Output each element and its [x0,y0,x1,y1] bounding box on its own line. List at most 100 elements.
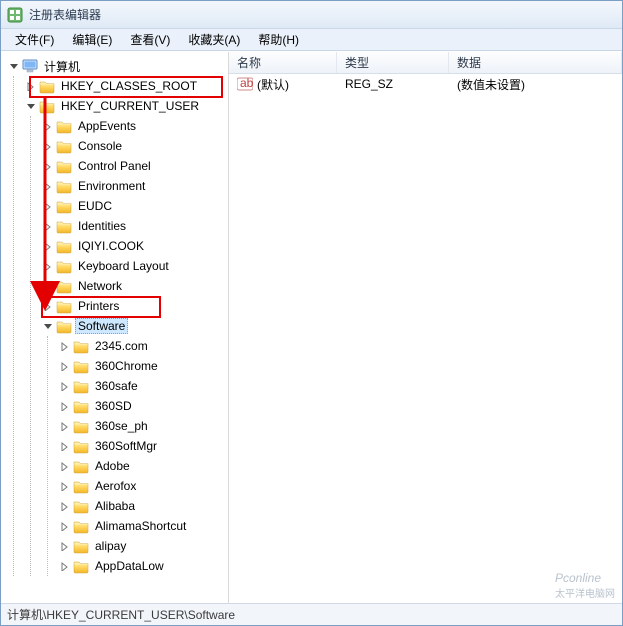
collapse-icon[interactable] [41,320,53,332]
tree-hkcu-label: HKEY_CURRENT_USER [58,98,202,114]
col-type[interactable]: 类型 [337,52,449,73]
expand-icon[interactable] [41,120,53,132]
tree-item-label: alipay [92,538,129,554]
tree-item-label: Control Panel [75,158,154,174]
expand-icon[interactable] [58,360,70,372]
tree-item-label: Software [75,318,128,334]
tree-item-label: Network [75,278,125,294]
expand-icon[interactable] [41,280,53,292]
tree-item-appdatalow[interactable]: AppDataLow [50,556,228,576]
collapse-icon[interactable] [7,60,19,72]
tree-item-control-panel[interactable]: Control Panel [33,156,228,176]
expand-icon[interactable] [41,260,53,272]
client-area: 计算机 HKEY_CLASSES_ROOT HKEY_CURRENT_USER [1,51,622,603]
value-row[interactable]: (默认) REG_SZ (数值未设置) [229,74,622,94]
tree-item-label: Printers [75,298,122,314]
expand-icon[interactable] [41,240,53,252]
expand-icon[interactable] [41,160,53,172]
tree-item-label: AlimamaShortcut [92,518,189,534]
titlebar[interactable]: 注册表编辑器 [1,1,622,29]
tree-item-alipay[interactable]: alipay [50,536,228,556]
value-data: (数值未设置) [449,76,622,93]
expand-icon[interactable] [58,440,70,452]
folder-icon [73,538,89,554]
regedit-icon [7,7,23,23]
window: 注册表编辑器 文件(F) 编辑(E) 查看(V) 收藏夹(A) 帮助(H) 计算… [0,0,623,626]
tree-item-alibaba[interactable]: Alibaba [50,496,228,516]
menu-view[interactable]: 查看(V) [122,29,178,50]
expand-icon[interactable] [41,140,53,152]
tree-item-label: 360SoftMgr [92,438,160,454]
folder-icon [73,458,89,474]
folder-icon [56,138,72,154]
expand-icon[interactable] [41,220,53,232]
tree-item-aerofox[interactable]: Aerofox [50,476,228,496]
folder-icon [73,498,89,514]
tree-item-label: EUDC [75,198,115,214]
tree-item-360softmgr[interactable]: 360SoftMgr [50,436,228,456]
expand-icon[interactable] [58,380,70,392]
folder-icon [39,98,55,114]
expand-icon[interactable] [41,180,53,192]
tree-hkcu[interactable]: HKEY_CURRENT_USER [16,96,228,116]
tree-item-keyboard-layout[interactable]: Keyboard Layout [33,256,228,276]
tree-item-360se-ph[interactable]: 360se_ph [50,416,228,436]
folder-icon [56,258,72,274]
menu-help[interactable]: 帮助(H) [250,29,307,50]
tree-item-360safe[interactable]: 360safe [50,376,228,396]
tree-item-environment[interactable]: Environment [33,176,228,196]
folder-icon [56,238,72,254]
expand-icon[interactable] [58,560,70,572]
tree-item-console[interactable]: Console [33,136,228,156]
expand-icon[interactable] [58,480,70,492]
expand-icon[interactable] [41,200,53,212]
folder-icon [56,158,72,174]
expand-icon[interactable] [24,80,36,92]
tree-item-adobe[interactable]: Adobe [50,456,228,476]
expand-icon[interactable] [58,400,70,412]
tree-item-appevents[interactable]: AppEvents [33,116,228,136]
tree-item-eudc[interactable]: EUDC [33,196,228,216]
tree-hkcr[interactable]: HKEY_CLASSES_ROOT [16,76,228,96]
tree-item-360chrome[interactable]: 360Chrome [50,356,228,376]
window-title: 注册表编辑器 [29,6,101,23]
tree-item-printers[interactable]: Printers [33,296,228,316]
collapse-icon[interactable] [24,100,36,112]
folder-icon [73,438,89,454]
expand-icon[interactable] [41,300,53,312]
col-name[interactable]: 名称 [229,52,337,73]
col-data[interactable]: 数据 [449,52,622,73]
folder-icon [73,518,89,534]
folder-icon [73,378,89,394]
tree-item-iqiyi-cook[interactable]: IQIYI.COOK [33,236,228,256]
list-header: 名称 类型 数据 [229,52,622,74]
menu-fav[interactable]: 收藏夹(A) [180,29,248,50]
tree-item-label: Keyboard Layout [75,258,172,274]
tree-item-360sd[interactable]: 360SD [50,396,228,416]
folder-icon [56,318,72,334]
menu-file[interactable]: 文件(F) [7,29,62,50]
folder-icon [56,278,72,294]
folder-icon [73,398,89,414]
tree-root[interactable]: 计算机 [3,56,228,76]
tree-item-alimamashortcut[interactable]: AlimamaShortcut [50,516,228,536]
status-path: 计算机\HKEY_CURRENT_USER\Software [7,606,235,623]
folder-icon [56,298,72,314]
tree-scroll[interactable]: 计算机 HKEY_CLASSES_ROOT HKEY_CURRENT_USER [1,52,228,592]
expand-icon[interactable] [58,460,70,472]
expand-icon[interactable] [58,500,70,512]
tree-item-software[interactable]: Software [33,316,228,336]
tree-item-2345-com[interactable]: 2345.com [50,336,228,356]
tree-item-identities[interactable]: Identities [33,216,228,236]
expand-icon[interactable] [58,340,70,352]
tree-item-label: 360Chrome [92,358,161,374]
folder-icon [73,558,89,574]
folder-icon [73,358,89,374]
value-name-text: (默认) [257,76,289,93]
tree-item-label: AppEvents [75,118,139,134]
expand-icon[interactable] [58,420,70,432]
tree-item-network[interactable]: Network [33,276,228,296]
expand-icon[interactable] [58,520,70,532]
menu-edit[interactable]: 编辑(E) [64,29,120,50]
expand-icon[interactable] [58,540,70,552]
